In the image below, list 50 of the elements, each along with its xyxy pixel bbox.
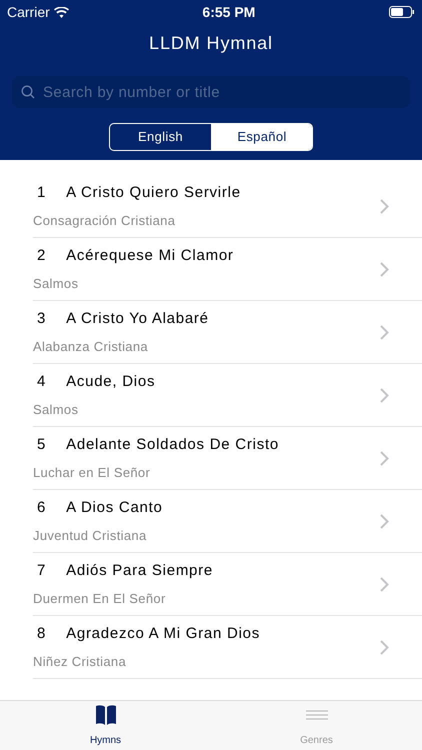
wifi-icon — [54, 6, 69, 18]
hymn-number: 6 — [37, 498, 46, 518]
chevron-right-icon — [380, 514, 389, 528]
battery-icon — [388, 6, 415, 18]
language-segment[interactable]: Español — [211, 124, 312, 150]
hymn-genre: Duermen En El Señor — [33, 590, 167, 608]
hymn-number: 1 — [37, 182, 46, 202]
hymn-number: 5 — [37, 434, 46, 454]
hymn-number: 3 — [37, 308, 46, 328]
hymn-row[interactable]: 4 Acude, Dios Salmos — [33, 364, 422, 427]
hymn-title: Acude, Dios — [66, 372, 156, 392]
hymn-row[interactable]: 3 A Cristo Yo Alabaré Alabanza Cristiana — [33, 301, 422, 364]
hymn-title: Acérequese Mi Clamor — [66, 246, 234, 266]
app-title: LLDM Hymnal — [149, 32, 273, 55]
hymn-row[interactable]: 8 Agradezco A Mi Gran Dios Niñez Cristiana — [33, 616, 422, 679]
hymn-row[interactable]: 5 Adelante Soldados De Cristo Luchar en El Señor — [33, 427, 422, 490]
hymn-number: 2 — [37, 246, 46, 266]
search-field[interactable]: Search by number or title — [12, 76, 410, 108]
hymn-genre: Alabanza Cristiana — [33, 338, 149, 356]
hymn-title: Adiós Para Siempre — [66, 560, 213, 580]
hymn-row[interactable]: 7 Adiós Para Siempre Duermen En El Señor — [33, 553, 422, 616]
hymn-number: 4 — [37, 372, 46, 392]
hymn-number: 8 — [37, 624, 46, 644]
hymn-genre: Consagración Cristiana — [33, 212, 176, 230]
chevron-right-icon — [380, 324, 389, 340]
chevron-right-icon — [380, 262, 389, 276]
chevron-right-icon — [380, 388, 389, 402]
hymn-title: Agradezco A Mi Gran Dios — [66, 624, 260, 644]
carrier-label: Carrier — [7, 2, 50, 22]
hymn-genre: Niñez Cristiana — [33, 653, 128, 671]
tab-item[interactable]: Hymns — [0, 701, 211, 750]
chevron-right-icon — [380, 198, 389, 214]
hymn-number: 7 — [37, 560, 46, 580]
hymn-genre: Juventud Cristiana — [33, 527, 148, 545]
hymn-genre: Salmos — [33, 275, 80, 293]
hymn-genre: Luchar en El Señor — [33, 464, 152, 482]
chevron-right-icon — [380, 450, 389, 466]
hymn-row[interactable]: 1 A Cristo Quiero Servirle Consagración Cristiana — [33, 175, 422, 238]
chevron-right-icon — [380, 576, 389, 592]
hymn-title: A Cristo Quiero Servirle — [66, 182, 241, 202]
book-icon — [94, 703, 118, 727]
hymn-genre: Salmos — [33, 401, 80, 419]
hymn-title: A Cristo Yo Alabaré — [66, 308, 209, 328]
chevron-right-icon — [380, 640, 389, 654]
hymn-row[interactable]: 2 Acérequese Mi Clamor Salmos — [33, 238, 422, 301]
hymn-title: Adelante Soldados De Cristo — [66, 434, 279, 454]
hymn-row[interactable]: 6 A Dios Canto Juventud Cristiana — [33, 490, 422, 553]
language-segment[interactable]: English — [110, 124, 211, 150]
status-time: 6:55 PM — [202, 2, 256, 22]
hymn-title: A Dios Canto — [66, 498, 163, 518]
